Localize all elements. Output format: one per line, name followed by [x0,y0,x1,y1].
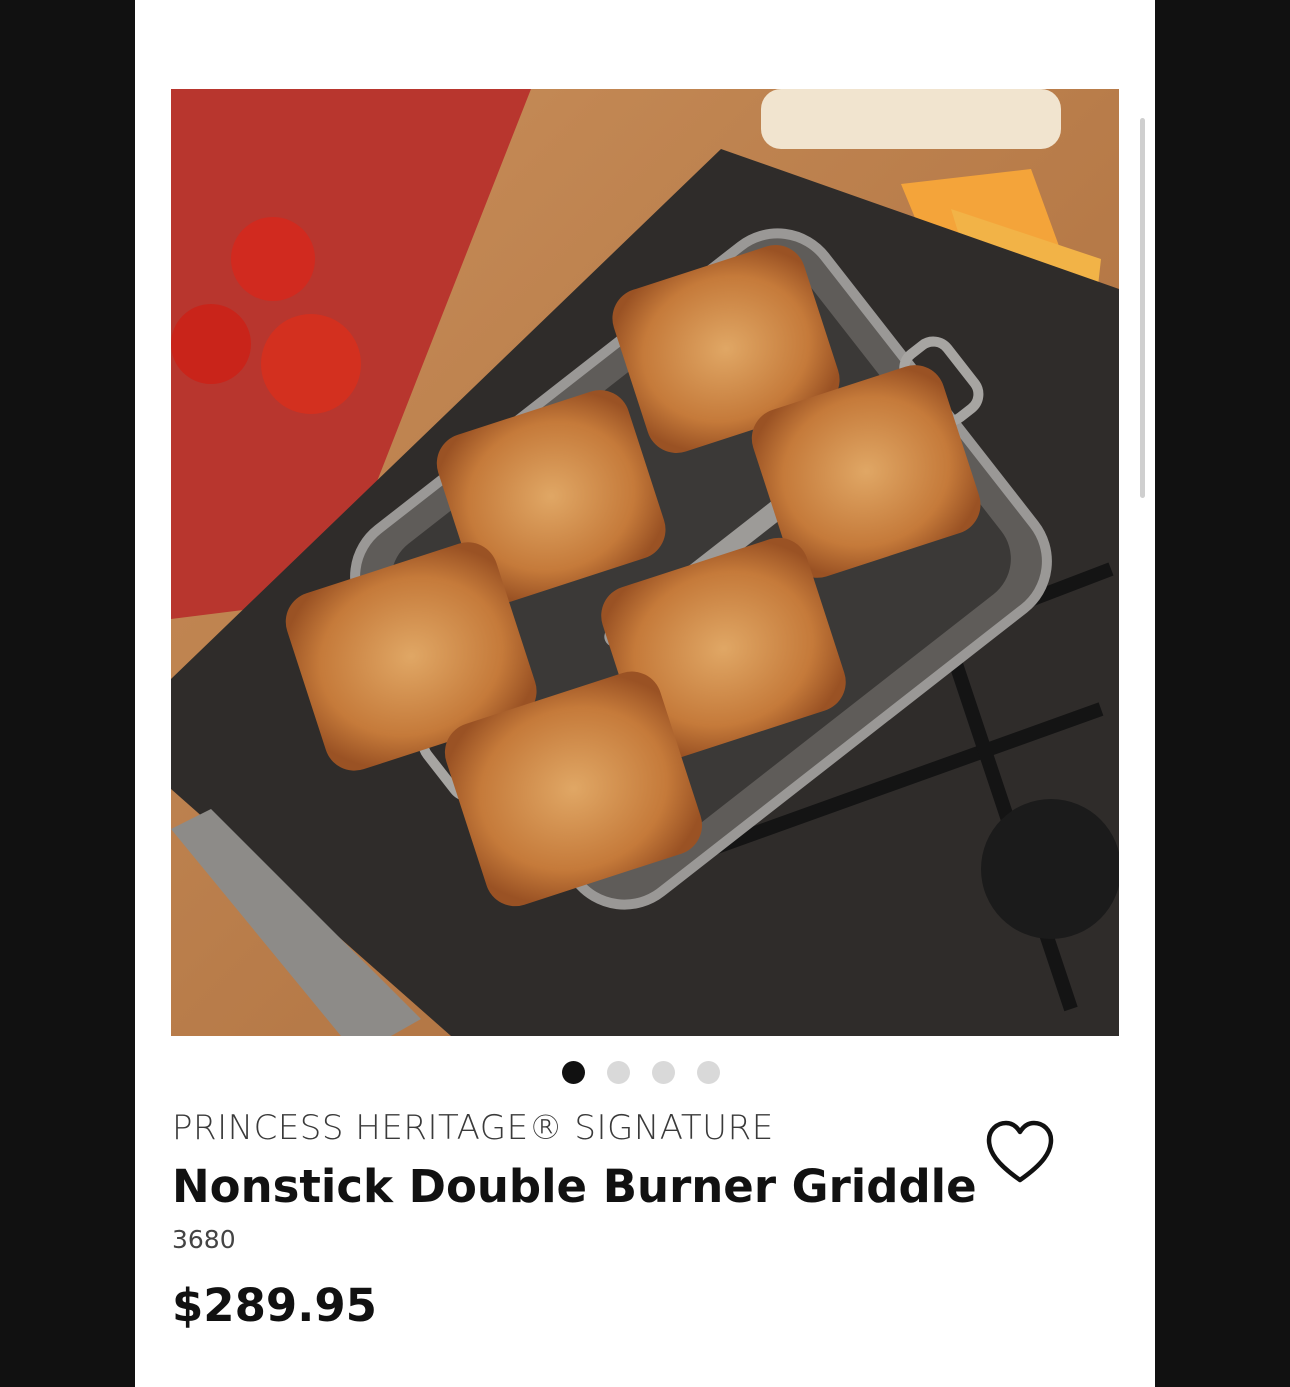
product-sku: 3680 [172,1225,236,1254]
wishlist-button[interactable] [985,1118,1055,1188]
carousel-dot-4[interactable] [697,1061,720,1084]
carousel-dots [562,1061,720,1084]
carousel-dot-3[interactable] [652,1061,675,1084]
product-price: $289.95 [172,1279,377,1332]
product-title: Nonstick Double Burner Griddle [172,1160,977,1213]
carousel-dot-1[interactable] [562,1061,585,1084]
heart-outline-icon [986,1120,1054,1183]
carousel-dot-2[interactable] [607,1061,630,1084]
product-detail-screen: PRINCESS HERITAGE® SIGNATURE Nonstick Do… [135,0,1155,1387]
product-image[interactable] [171,89,1119,1036]
product-brand: PRINCESS HERITAGE® SIGNATURE [172,1108,774,1148]
scrollbar[interactable] [1140,118,1145,498]
griddle-photo [171,89,1119,1036]
